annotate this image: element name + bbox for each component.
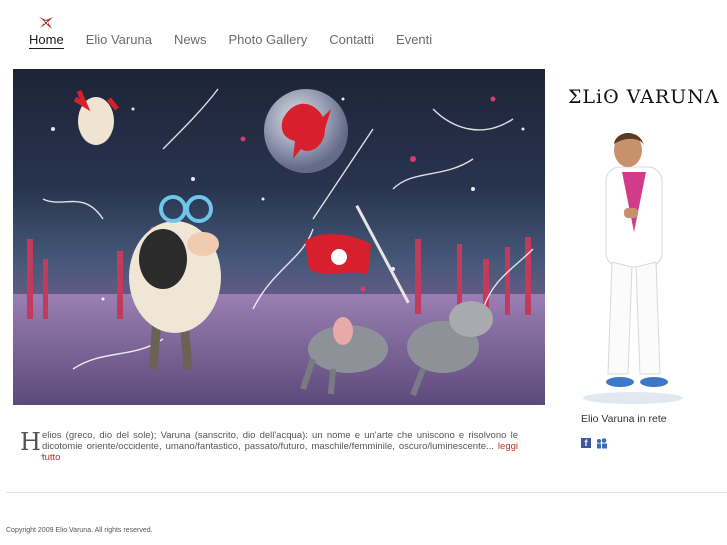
painting-illustration (13, 88, 545, 405)
intro-dropcap: H (20, 428, 41, 456)
site-logo-icon[interactable] (37, 15, 55, 31)
footer-divider (6, 492, 727, 493)
sidebar-caption: Elio Varuna in rete (581, 413, 667, 425)
nav-eventi[interactable]: Eventi (396, 32, 432, 49)
brand-title: ΣLiʘ VARUNΛ (568, 86, 720, 108)
footer-copyright: Copyright 2009 Elio Varuna. All rights r… (6, 527, 153, 534)
myspace-icon[interactable] (596, 438, 608, 449)
expand-plus[interactable]: + (40, 451, 45, 461)
intro-text: elios (greco, dio del sole); Varuna (san… (41, 430, 518, 452)
main-nav: Home Elio Varuna News Photo Gallery Cont… (29, 32, 454, 49)
nav-contatti[interactable]: Contatti (329, 32, 374, 49)
hero-painting (13, 69, 545, 405)
nav-home[interactable]: Home (29, 32, 64, 49)
nav-photo-gallery[interactable]: Photo Gallery (228, 32, 307, 49)
intro-paragraph: H elios (greco, dio del sole); Varuna (s… (20, 430, 518, 463)
nav-news[interactable]: News (174, 32, 207, 49)
artist-portrait (583, 133, 683, 404)
nav-elio-varuna[interactable]: Elio Varuna (86, 32, 152, 49)
social-links: f (581, 438, 608, 449)
facebook-icon[interactable]: f (581, 438, 591, 448)
